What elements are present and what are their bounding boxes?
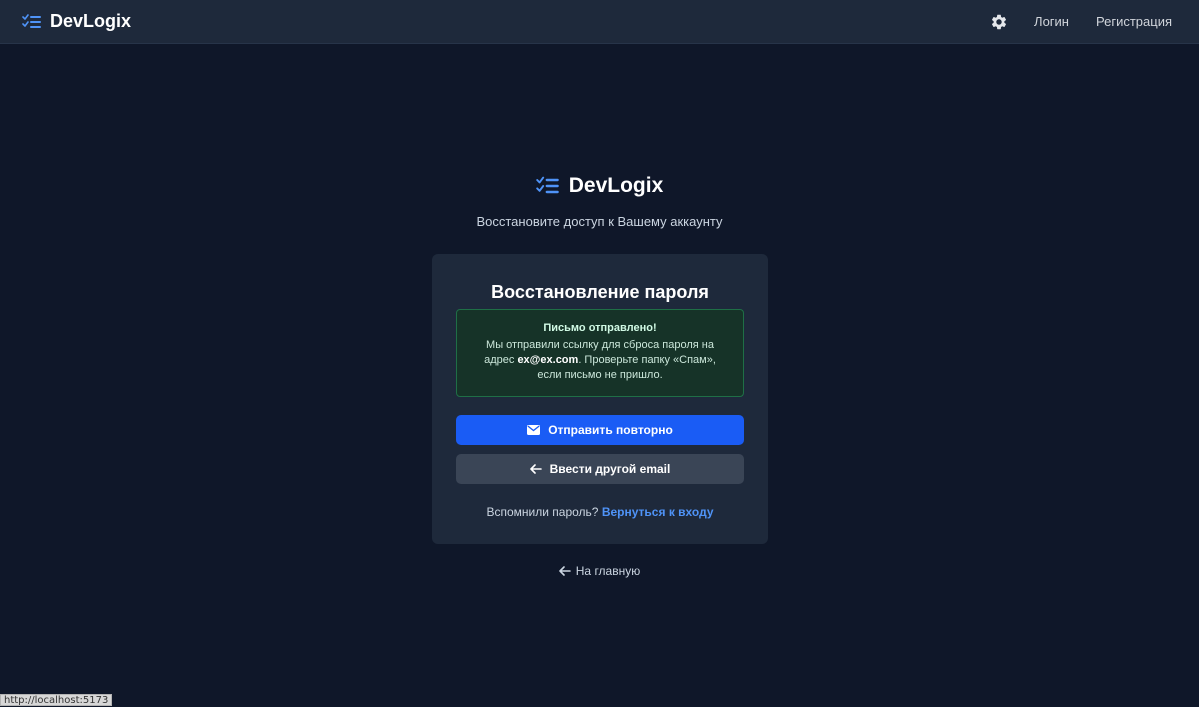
arrow-left-icon bbox=[558, 566, 571, 576]
checklist-icon bbox=[535, 176, 560, 196]
other-email-button[interactable]: Ввести другой email bbox=[456, 454, 744, 484]
arrow-left-icon bbox=[529, 464, 542, 474]
gear-icon[interactable] bbox=[990, 13, 1008, 31]
home-link-label: На главную bbox=[575, 564, 641, 578]
top-navbar: DevLogix Логин Регистрация bbox=[0, 0, 1199, 44]
page-brand: DevLogix bbox=[0, 174, 1199, 198]
back-to-login-link[interactable]: Вернуться к входу bbox=[602, 505, 714, 519]
page-subtitle: Восстановите доступ к Вашему аккаунту bbox=[476, 214, 723, 229]
card-title: Восстановление пароля bbox=[491, 282, 709, 302]
resend-button[interactable]: Отправить повторно bbox=[456, 415, 744, 445]
remember-password-text: Вспомнили пароль? bbox=[486, 505, 599, 519]
resend-button-label: Отправить повторно bbox=[548, 423, 673, 437]
alert-email: ex@ex.com bbox=[517, 354, 579, 366]
navbar-brand[interactable]: DevLogix bbox=[22, 11, 131, 32]
envelope-icon bbox=[527, 425, 541, 435]
checklist-icon bbox=[22, 13, 42, 30]
page-brand-name: DevLogix bbox=[568, 174, 664, 197]
other-email-button-label: Ввести другой email bbox=[549, 462, 671, 476]
status-bar-url: http://localhost:5173 bbox=[0, 694, 113, 706]
navbar-brand-name: DevLogix bbox=[50, 11, 132, 31]
alert-message: Мы отправили ссылку для сброса пароля на… bbox=[457, 338, 743, 383]
nav-login-link[interactable]: Логин bbox=[1034, 14, 1069, 29]
alert-title: Письмо отправлено! bbox=[543, 322, 657, 334]
success-alert: Письмо отправлено! Мы отправили ссылку д… bbox=[456, 309, 744, 397]
home-link[interactable]: На главную bbox=[0, 564, 1199, 578]
nav-register-link[interactable]: Регистрация bbox=[1096, 14, 1172, 29]
remember-password-line: Вспомнили пароль? Вернуться к входу bbox=[432, 505, 768, 519]
password-recovery-card: Восстановление пароля Письмо отправлено!… bbox=[432, 254, 768, 544]
navbar-actions: Логин Регистрация bbox=[990, 13, 1177, 31]
